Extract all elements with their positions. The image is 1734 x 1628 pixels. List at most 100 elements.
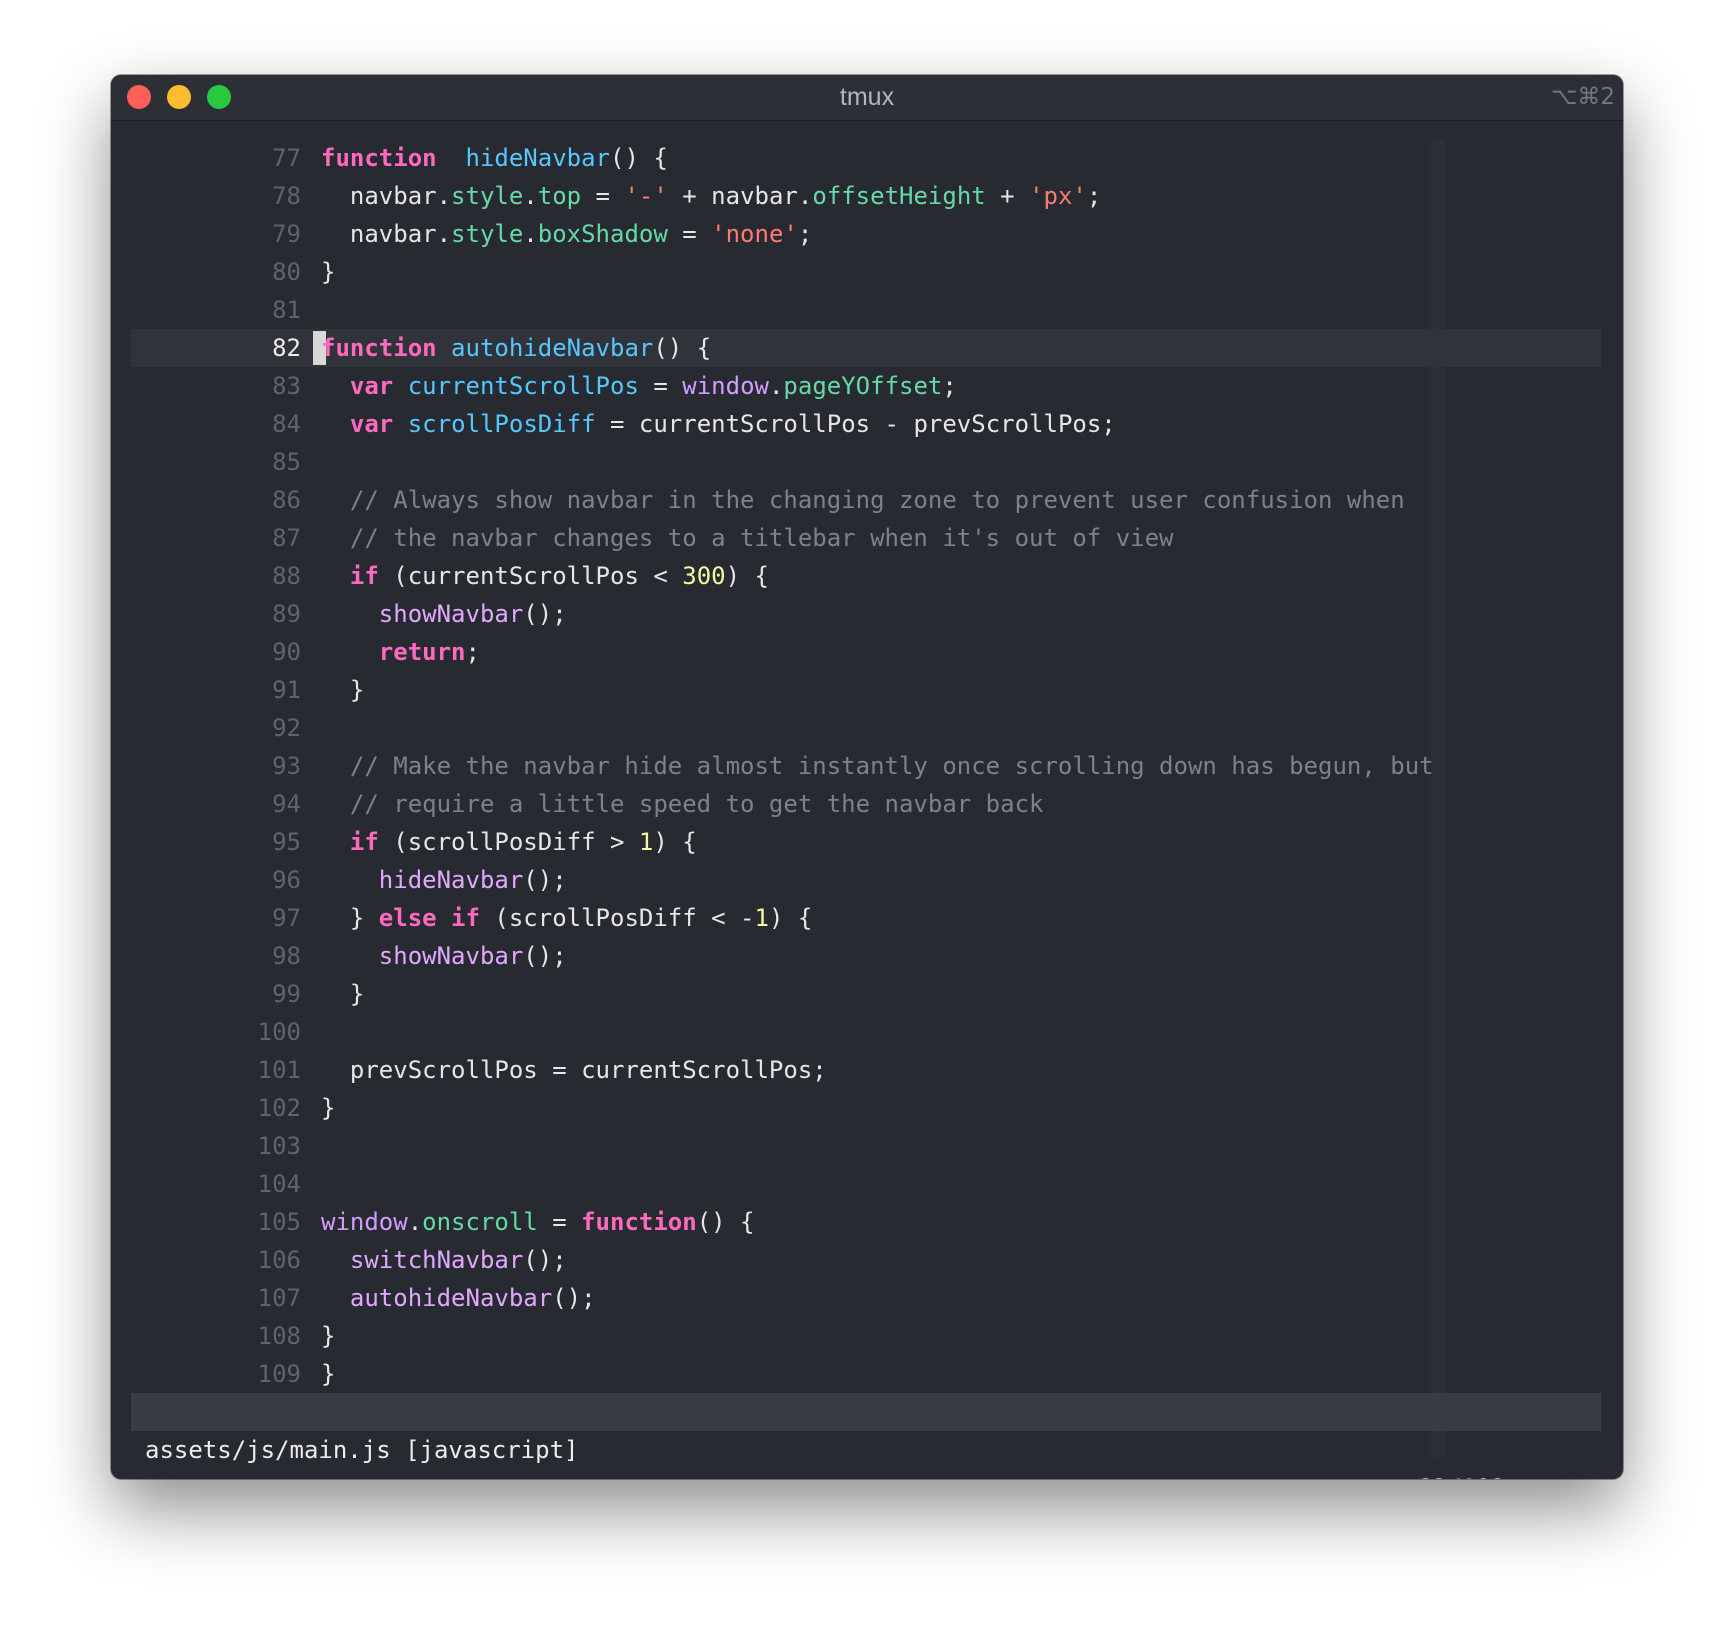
code-text: prevScrollPos = currentScrollPos; <box>321 1051 827 1089</box>
code-line[interactable]: 94 // require a little speed to get the … <box>131 785 1601 823</box>
code-line[interactable]: 98 showNavbar(); <box>131 937 1601 975</box>
line-number: 77 <box>272 144 301 172</box>
line-number: 108 <box>257 1322 301 1350</box>
code-token: (); <box>523 600 567 628</box>
code-line[interactable]: 78 navbar.style.top = '-' + navbar.offse… <box>131 177 1601 215</box>
code-token: style <box>451 182 524 210</box>
line-number: 102 <box>257 1094 301 1122</box>
code-line[interactable]: 86 // Always show navbar in the changing… <box>131 481 1601 519</box>
code-line[interactable]: 100 <box>131 1013 1601 1051</box>
code-token: = <box>537 1208 582 1236</box>
code-line[interactable]: 109} <box>131 1355 1601 1393</box>
code-line[interactable]: 103 <box>131 1127 1601 1165</box>
code-text: navbar.style.boxShadow = 'none'; <box>321 215 812 253</box>
code-line[interactable]: 88 if (currentScrollPos < 300) { <box>131 557 1601 595</box>
code-line[interactable]: 93 // Make the navbar hide almost instan… <box>131 747 1601 785</box>
code-line[interactable]: 95 if (scrollPosDiff > 1) { <box>131 823 1601 861</box>
code-token: } <box>321 676 365 704</box>
line-number: 97 <box>272 904 301 932</box>
code-line[interactable]: 101 prevScrollPos = currentScrollPos; <box>131 1051 1601 1089</box>
line-number: 92 <box>272 714 301 742</box>
code-line[interactable]: 91 } <box>131 671 1601 709</box>
code-token: return <box>378 638 466 666</box>
code-token: ; <box>797 220 813 248</box>
code-line[interactable]: 90 return; <box>131 633 1601 671</box>
code-token: } <box>321 980 365 1008</box>
code-token: pageYOffset <box>783 372 943 400</box>
line-number: 106 <box>257 1246 301 1274</box>
code-line[interactable]: 87 // the navbar changes to a titlebar w… <box>131 519 1601 557</box>
code-text: } <box>321 1317 335 1355</box>
code-token: scrollPosDiff <box>407 410 596 438</box>
code-token: . <box>768 372 784 400</box>
code-text: function hideNavbar() { <box>321 139 668 177</box>
code-line[interactable]: 83 var currentScrollPos = window.pageYOf… <box>131 367 1601 405</box>
line-number: 89 <box>272 600 301 628</box>
code-token: = <box>581 182 625 210</box>
line-number: 99 <box>272 980 301 1008</box>
code-token: . <box>523 182 538 210</box>
code-text: // require a little speed to get the nav… <box>321 785 1044 823</box>
line-number: 107 <box>257 1284 301 1312</box>
line-number: 96 <box>272 866 301 894</box>
code-line[interactable]: 96 hideNavbar(); <box>131 861 1601 899</box>
code-line[interactable]: 106 switchNavbar(); <box>131 1241 1601 1279</box>
code-line[interactable]: 81 <box>131 291 1601 329</box>
code-token: } <box>321 1094 336 1122</box>
code-token: ; <box>465 638 480 666</box>
code-line[interactable]: 77 function hideNavbar() { <box>131 139 1601 177</box>
code-token: } <box>321 258 336 286</box>
code-token: offsetHeight <box>812 182 986 210</box>
code-line[interactable]: 105 window.onscroll = function() { <box>131 1203 1601 1241</box>
line-number: 81 <box>272 296 301 324</box>
code-line[interactable]: 102} <box>131 1089 1601 1127</box>
title-bar[interactable]: tmux ⌥⌘2 <box>111 75 1623 121</box>
code-line[interactable]: 104 <box>131 1165 1601 1203</box>
code-token: (); <box>523 1246 567 1274</box>
code-editor[interactable]: 77 function hideNavbar() {78 navbar.style… <box>131 139 1601 1457</box>
line-number: 100 <box>257 1018 301 1046</box>
code-text: } <box>321 671 364 709</box>
line-number: 105 <box>257 1208 301 1236</box>
code-token: (); <box>523 866 567 894</box>
code-text: return; <box>321 633 480 671</box>
line-number: 82 <box>272 334 301 362</box>
code-line[interactable]: 80} <box>131 253 1601 291</box>
code-token: if <box>349 828 379 856</box>
code-token: autohideNavbar <box>451 334 654 362</box>
line-number: 87 <box>272 524 301 552</box>
code-line[interactable]: 108} <box>131 1317 1601 1355</box>
line-number: 109 <box>257 1360 301 1388</box>
code-line[interactable]: 92 <box>131 709 1601 747</box>
code-token: () { <box>653 334 712 362</box>
code-token: var <box>349 372 394 400</box>
code-token: // require a little speed to get the nav… <box>321 790 1044 818</box>
code-token: ) { <box>725 562 769 590</box>
code-token: switchNavbar <box>349 1246 524 1274</box>
code-line[interactable]: 85 <box>131 443 1601 481</box>
code-line[interactable]: 97 } else if (scrollPosDiff < -1) { <box>131 899 1601 937</box>
code-line[interactable]: 82 function autohideNavbar() { <box>131 329 1601 367</box>
code-text: } <box>321 1355 335 1393</box>
code-line[interactable]: 89 showNavbar(); <box>131 595 1601 633</box>
code-line[interactable]: 84 var scrollPosDiff = currentScrollPos … <box>131 405 1601 443</box>
code-line[interactable]: 99 } <box>131 975 1601 1013</box>
code-line[interactable]: 107 autohideNavbar(); <box>131 1279 1601 1317</box>
code-token: = <box>638 372 683 400</box>
code-token: currentScrollPos <box>407 372 639 400</box>
code-token: ; <box>942 372 957 400</box>
line-number: 91 <box>272 676 301 704</box>
code-token: 1 <box>754 904 769 932</box>
code-line[interactable]: 79 navbar.style.boxShadow = 'none'; <box>131 215 1601 253</box>
